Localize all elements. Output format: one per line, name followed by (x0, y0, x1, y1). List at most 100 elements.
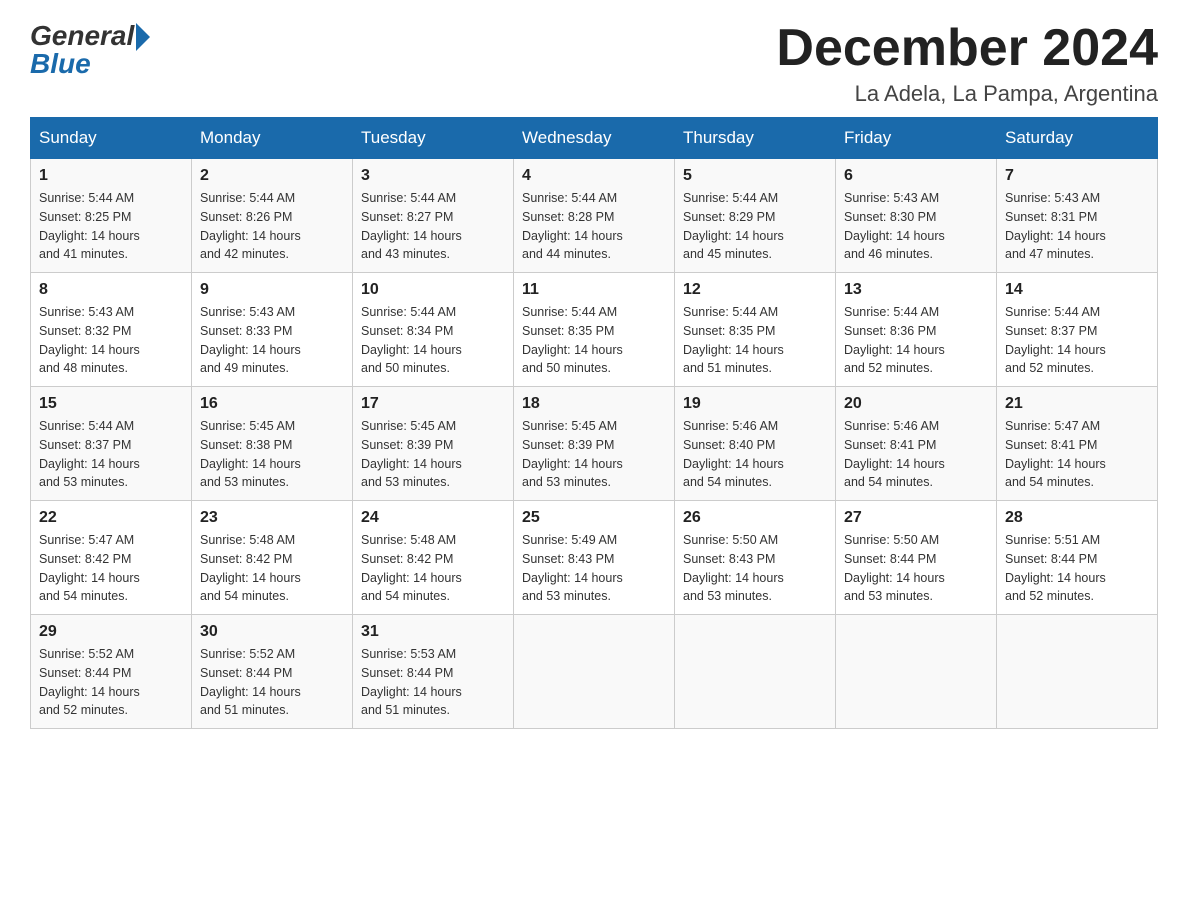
day-info: Sunrise: 5:44 AM Sunset: 8:34 PM Dayligh… (361, 303, 505, 378)
day-number: 21 (1005, 395, 1149, 413)
calendar-cell (836, 615, 997, 729)
month-title: December 2024 (776, 20, 1158, 77)
day-number: 14 (1005, 281, 1149, 299)
day-header-saturday: Saturday (997, 118, 1158, 159)
day-number: 28 (1005, 509, 1149, 527)
day-info: Sunrise: 5:47 AM Sunset: 8:41 PM Dayligh… (1005, 417, 1149, 492)
day-info: Sunrise: 5:45 AM Sunset: 8:39 PM Dayligh… (522, 417, 666, 492)
day-number: 20 (844, 395, 988, 413)
day-header-tuesday: Tuesday (353, 118, 514, 159)
location-text: La Adela, La Pampa, Argentina (776, 81, 1158, 107)
day-number: 13 (844, 281, 988, 299)
day-info: Sunrise: 5:47 AM Sunset: 8:42 PM Dayligh… (39, 531, 183, 606)
calendar-cell (997, 615, 1158, 729)
day-number: 17 (361, 395, 505, 413)
day-number: 8 (39, 281, 183, 299)
calendar-cell: 26 Sunrise: 5:50 AM Sunset: 8:43 PM Dayl… (675, 501, 836, 615)
calendar-table: SundayMondayTuesdayWednesdayThursdayFrid… (30, 117, 1158, 729)
calendar-cell: 13 Sunrise: 5:44 AM Sunset: 8:36 PM Dayl… (836, 273, 997, 387)
day-info: Sunrise: 5:52 AM Sunset: 8:44 PM Dayligh… (200, 645, 344, 720)
calendar-cell: 14 Sunrise: 5:44 AM Sunset: 8:37 PM Dayl… (997, 273, 1158, 387)
logo-blue-text: Blue (30, 48, 91, 80)
calendar-cell: 1 Sunrise: 5:44 AM Sunset: 8:25 PM Dayli… (31, 159, 192, 273)
calendar-cell: 29 Sunrise: 5:52 AM Sunset: 8:44 PM Dayl… (31, 615, 192, 729)
day-header-monday: Monday (192, 118, 353, 159)
calendar-cell: 8 Sunrise: 5:43 AM Sunset: 8:32 PM Dayli… (31, 273, 192, 387)
day-number: 15 (39, 395, 183, 413)
calendar-cell: 30 Sunrise: 5:52 AM Sunset: 8:44 PM Dayl… (192, 615, 353, 729)
day-number: 11 (522, 281, 666, 299)
day-number: 2 (200, 167, 344, 185)
logo: General Blue (30, 20, 150, 80)
day-number: 25 (522, 509, 666, 527)
calendar-week-row: 1 Sunrise: 5:44 AM Sunset: 8:25 PM Dayli… (31, 159, 1158, 273)
day-info: Sunrise: 5:50 AM Sunset: 8:44 PM Dayligh… (844, 531, 988, 606)
calendar-cell: 31 Sunrise: 5:53 AM Sunset: 8:44 PM Dayl… (353, 615, 514, 729)
day-info: Sunrise: 5:46 AM Sunset: 8:40 PM Dayligh… (683, 417, 827, 492)
day-number: 10 (361, 281, 505, 299)
calendar-week-row: 15 Sunrise: 5:44 AM Sunset: 8:37 PM Dayl… (31, 387, 1158, 501)
page-header: General Blue December 2024 La Adela, La … (30, 20, 1158, 107)
day-number: 19 (683, 395, 827, 413)
day-info: Sunrise: 5:44 AM Sunset: 8:25 PM Dayligh… (39, 189, 183, 264)
day-info: Sunrise: 5:46 AM Sunset: 8:41 PM Dayligh… (844, 417, 988, 492)
calendar-cell: 15 Sunrise: 5:44 AM Sunset: 8:37 PM Dayl… (31, 387, 192, 501)
day-number: 18 (522, 395, 666, 413)
calendar-cell: 3 Sunrise: 5:44 AM Sunset: 8:27 PM Dayli… (353, 159, 514, 273)
day-number: 12 (683, 281, 827, 299)
calendar-week-row: 29 Sunrise: 5:52 AM Sunset: 8:44 PM Dayl… (31, 615, 1158, 729)
calendar-cell: 2 Sunrise: 5:44 AM Sunset: 8:26 PM Dayli… (192, 159, 353, 273)
day-header-thursday: Thursday (675, 118, 836, 159)
day-info: Sunrise: 5:44 AM Sunset: 8:26 PM Dayligh… (200, 189, 344, 264)
day-info: Sunrise: 5:48 AM Sunset: 8:42 PM Dayligh… (361, 531, 505, 606)
calendar-cell: 12 Sunrise: 5:44 AM Sunset: 8:35 PM Dayl… (675, 273, 836, 387)
calendar-cell: 25 Sunrise: 5:49 AM Sunset: 8:43 PM Dayl… (514, 501, 675, 615)
day-number: 23 (200, 509, 344, 527)
day-number: 26 (683, 509, 827, 527)
calendar-cell: 19 Sunrise: 5:46 AM Sunset: 8:40 PM Dayl… (675, 387, 836, 501)
calendar-week-row: 22 Sunrise: 5:47 AM Sunset: 8:42 PM Dayl… (31, 501, 1158, 615)
calendar-cell: 21 Sunrise: 5:47 AM Sunset: 8:41 PM Dayl… (997, 387, 1158, 501)
day-header-friday: Friday (836, 118, 997, 159)
day-info: Sunrise: 5:44 AM Sunset: 8:36 PM Dayligh… (844, 303, 988, 378)
day-number: 5 (683, 167, 827, 185)
day-number: 7 (1005, 167, 1149, 185)
calendar-header-row: SundayMondayTuesdayWednesdayThursdayFrid… (31, 118, 1158, 159)
day-info: Sunrise: 5:52 AM Sunset: 8:44 PM Dayligh… (39, 645, 183, 720)
day-info: Sunrise: 5:44 AM Sunset: 8:35 PM Dayligh… (522, 303, 666, 378)
day-number: 9 (200, 281, 344, 299)
calendar-cell: 10 Sunrise: 5:44 AM Sunset: 8:34 PM Dayl… (353, 273, 514, 387)
day-header-sunday: Sunday (31, 118, 192, 159)
calendar-cell: 23 Sunrise: 5:48 AM Sunset: 8:42 PM Dayl… (192, 501, 353, 615)
day-info: Sunrise: 5:44 AM Sunset: 8:37 PM Dayligh… (1005, 303, 1149, 378)
day-info: Sunrise: 5:50 AM Sunset: 8:43 PM Dayligh… (683, 531, 827, 606)
calendar-cell: 17 Sunrise: 5:45 AM Sunset: 8:39 PM Dayl… (353, 387, 514, 501)
day-number: 1 (39, 167, 183, 185)
day-info: Sunrise: 5:44 AM Sunset: 8:29 PM Dayligh… (683, 189, 827, 264)
calendar-cell: 24 Sunrise: 5:48 AM Sunset: 8:42 PM Dayl… (353, 501, 514, 615)
calendar-cell: 22 Sunrise: 5:47 AM Sunset: 8:42 PM Dayl… (31, 501, 192, 615)
calendar-cell: 16 Sunrise: 5:45 AM Sunset: 8:38 PM Dayl… (192, 387, 353, 501)
day-info: Sunrise: 5:44 AM Sunset: 8:35 PM Dayligh… (683, 303, 827, 378)
day-number: 6 (844, 167, 988, 185)
day-number: 3 (361, 167, 505, 185)
day-info: Sunrise: 5:43 AM Sunset: 8:33 PM Dayligh… (200, 303, 344, 378)
day-info: Sunrise: 5:43 AM Sunset: 8:31 PM Dayligh… (1005, 189, 1149, 264)
calendar-cell: 9 Sunrise: 5:43 AM Sunset: 8:33 PM Dayli… (192, 273, 353, 387)
day-info: Sunrise: 5:44 AM Sunset: 8:37 PM Dayligh… (39, 417, 183, 492)
day-header-wednesday: Wednesday (514, 118, 675, 159)
calendar-cell: 11 Sunrise: 5:44 AM Sunset: 8:35 PM Dayl… (514, 273, 675, 387)
day-number: 29 (39, 623, 183, 641)
day-number: 22 (39, 509, 183, 527)
day-info: Sunrise: 5:43 AM Sunset: 8:32 PM Dayligh… (39, 303, 183, 378)
calendar-cell: 6 Sunrise: 5:43 AM Sunset: 8:30 PM Dayli… (836, 159, 997, 273)
day-info: Sunrise: 5:45 AM Sunset: 8:39 PM Dayligh… (361, 417, 505, 492)
calendar-cell: 18 Sunrise: 5:45 AM Sunset: 8:39 PM Dayl… (514, 387, 675, 501)
day-info: Sunrise: 5:45 AM Sunset: 8:38 PM Dayligh… (200, 417, 344, 492)
calendar-cell: 20 Sunrise: 5:46 AM Sunset: 8:41 PM Dayl… (836, 387, 997, 501)
day-info: Sunrise: 5:44 AM Sunset: 8:28 PM Dayligh… (522, 189, 666, 264)
calendar-cell: 28 Sunrise: 5:51 AM Sunset: 8:44 PM Dayl… (997, 501, 1158, 615)
calendar-cell (514, 615, 675, 729)
day-info: Sunrise: 5:49 AM Sunset: 8:43 PM Dayligh… (522, 531, 666, 606)
day-info: Sunrise: 5:44 AM Sunset: 8:27 PM Dayligh… (361, 189, 505, 264)
